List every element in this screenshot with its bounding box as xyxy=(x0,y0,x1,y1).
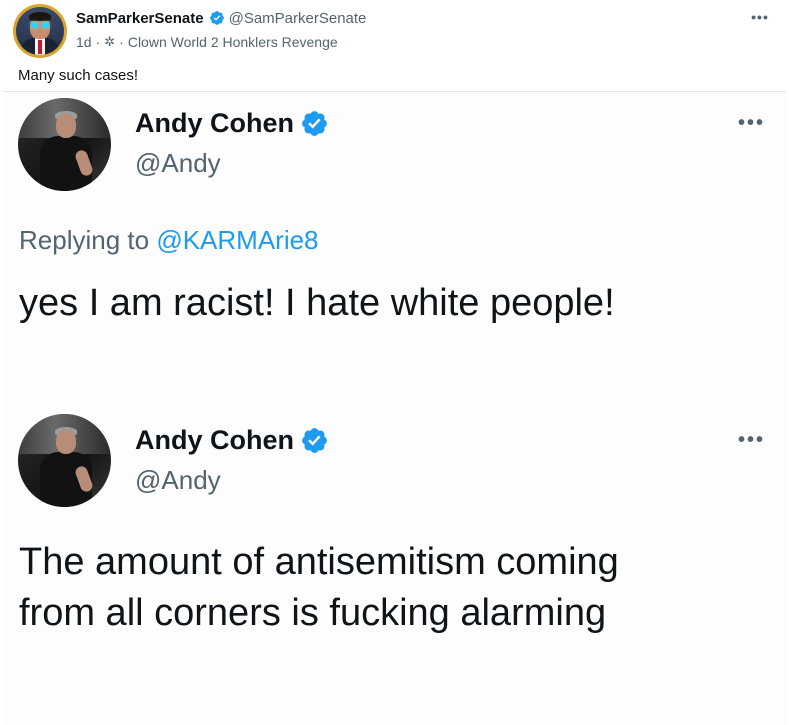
more-options-icon[interactable]: ••• xyxy=(748,9,772,27)
tweet-author-name: Andy Cohen xyxy=(135,108,294,138)
post-text: Many such cases! xyxy=(18,67,139,84)
embedded-tweet: Andy Cohen @Andy ••• The amount of antis… xyxy=(3,412,786,725)
tweet-author-name-row: Andy Cohen xyxy=(135,425,329,456)
embedded-image[interactable]: Andy Cohen @Andy ••• Replying to @KARMAr… xyxy=(3,91,786,725)
tweet-author-name-row: Andy Cohen xyxy=(135,108,329,139)
tweet-author-handle: @Andy xyxy=(135,465,221,495)
replying-prefix: Replying to xyxy=(19,225,150,255)
tweet-text-line: from all corners is fucking alarming xyxy=(19,592,607,634)
verified-badge-icon xyxy=(302,111,327,136)
author-handle[interactable]: @SamParkerSenate xyxy=(229,10,367,27)
verified-badge-icon xyxy=(302,428,327,453)
post-meta: 1d · ✲ · Clown World 2 Honklers Revenge xyxy=(76,33,338,51)
verified-badge-icon xyxy=(209,11,224,25)
tweet-text: The amount of antisemitism coming from a… xyxy=(19,537,759,639)
embedded-tweet: Andy Cohen @Andy ••• Replying to @KARMAr… xyxy=(3,92,786,392)
author-display-name[interactable]: SamParkerSenate xyxy=(76,10,204,27)
tweet-text-line: The amount of antisemitism coming xyxy=(19,541,619,583)
author-name-row: SamParkerSenate @SamParkerSenate xyxy=(76,8,366,28)
community-icon: ✲ xyxy=(104,34,116,49)
meta-separator: · xyxy=(119,34,124,50)
author-avatar[interactable] xyxy=(13,4,67,58)
post-header: SamParkerSenate @SamParkerSenate 1d · ✲ … xyxy=(0,0,789,62)
replying-mention: @KARMArie8 xyxy=(156,225,319,255)
tweet-text: yes I am racist! I hate white people! xyxy=(19,282,615,324)
replying-to: Replying to @KARMArie8 xyxy=(19,225,319,256)
community-name[interactable]: Clown World 2 Honklers Revenge xyxy=(128,34,338,50)
tweet-avatar xyxy=(18,98,111,191)
tweet-avatar xyxy=(18,414,111,507)
post-time[interactable]: 1d xyxy=(76,34,92,50)
more-options-icon: ••• xyxy=(738,429,766,451)
more-options-icon: ••• xyxy=(738,112,766,134)
meta-separator: · xyxy=(95,34,101,50)
tweet-author-name: Andy Cohen xyxy=(135,425,294,455)
tweet-author-handle: @Andy xyxy=(135,148,221,178)
